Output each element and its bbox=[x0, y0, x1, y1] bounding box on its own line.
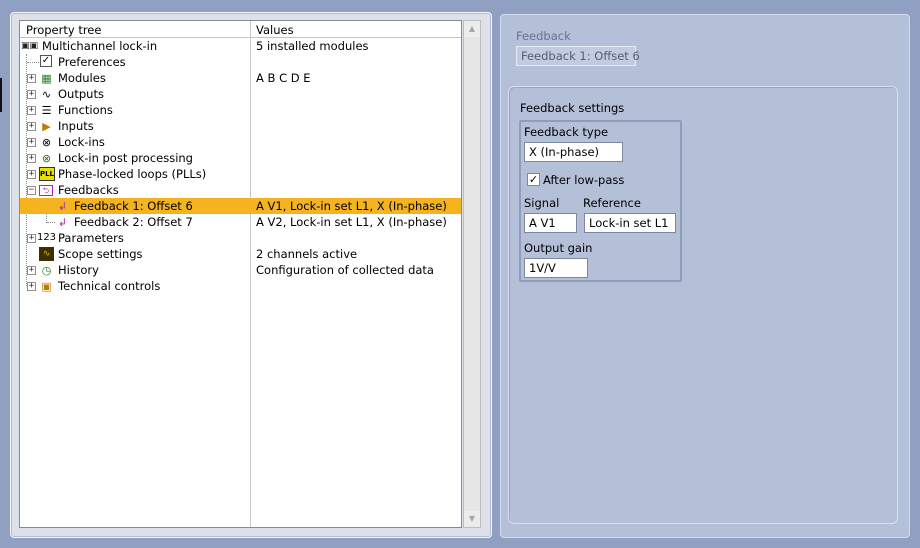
amplifier-icon: ▶ bbox=[42, 119, 51, 133]
property-tree[interactable]: Property tree Values ▣▣ Multichannel loc… bbox=[19, 20, 462, 528]
list-icon: ☰ bbox=[41, 103, 52, 117]
feedback-type-field[interactable]: X (In-phase) bbox=[524, 142, 623, 162]
tree-row-outputs[interactable]: + ∿ Outputs bbox=[20, 86, 461, 102]
header-values[interactable]: Values bbox=[256, 23, 294, 37]
feedback-icon: ⮌ bbox=[39, 185, 53, 196]
signal-label: Signal bbox=[524, 196, 560, 210]
expand-icon[interactable]: + bbox=[27, 154, 36, 163]
checkmark-icon: ✓ bbox=[528, 173, 539, 186]
tree-row-inputs[interactable]: + ▶ Inputs bbox=[20, 118, 461, 134]
signal-field[interactable]: A V1 bbox=[524, 213, 577, 233]
reference-label: Reference bbox=[583, 196, 641, 210]
output-gain-field[interactable]: 1V/V bbox=[524, 258, 588, 278]
tree-row-feedback-2[interactable]: ↲ Feedback 2: Offset 7 A V2, Lock-in set… bbox=[20, 214, 461, 230]
feedback-type-label: Feedback type bbox=[524, 125, 609, 139]
output-gain-label: Output gain bbox=[524, 241, 593, 255]
feedback-name-field: Feedback 1: Offset 6 bbox=[516, 46, 640, 66]
expand-icon[interactable]: + bbox=[27, 74, 36, 83]
window-edge-marker bbox=[0, 78, 2, 112]
scope-icon: ∿ bbox=[39, 247, 54, 261]
tree-row-plls[interactable]: + PLL Phase-locked loops (PLLs) bbox=[20, 166, 461, 182]
expand-icon[interactable]: + bbox=[27, 138, 36, 147]
circuit-board-icon: ▦ bbox=[41, 71, 52, 85]
expand-icon[interactable]: + bbox=[27, 266, 36, 275]
checkbox-icon: ✓ bbox=[40, 55, 52, 67]
reference-field[interactable]: Lock-in set L1 bbox=[584, 213, 676, 233]
module-rack-icon: ▣▣ bbox=[21, 40, 39, 51]
feedback-settings-title: Feedback settings bbox=[520, 101, 625, 115]
chip-icon: ▣ bbox=[41, 279, 52, 293]
tree-row-lock-ins[interactable]: + ⊗ Lock-ins bbox=[20, 134, 461, 150]
numeric-123-icon: 123 bbox=[36, 232, 57, 243]
tree-row-modules[interactable]: + ▦ Modules A B C D E bbox=[20, 70, 461, 86]
tree-row-parameters[interactable]: + 123 Parameters bbox=[20, 230, 461, 246]
clock-icon: ◷ bbox=[41, 263, 52, 277]
expand-icon[interactable]: + bbox=[27, 234, 36, 243]
tree-row-feedbacks[interactable]: − ⮌ Feedbacks bbox=[20, 182, 461, 198]
tree-row-preferences[interactable]: ✓ Preferences bbox=[20, 54, 461, 70]
tree-row-scope-settings[interactable]: ∿ Scope settings 2 channels active bbox=[20, 246, 461, 262]
feedback-arrow-icon: ↲ bbox=[57, 199, 68, 213]
tree-row-history[interactable]: + ◷ History Configuration of collected d… bbox=[20, 262, 461, 278]
collapse-icon[interactable]: − bbox=[27, 186, 36, 195]
after-lowpass-checkbox[interactable]: ✓ bbox=[527, 173, 540, 186]
tree-row-functions[interactable]: + ☰ Functions bbox=[20, 102, 461, 118]
expand-icon[interactable]: + bbox=[27, 170, 36, 179]
expand-icon[interactable]: + bbox=[27, 106, 36, 115]
feedback-caption: Feedback bbox=[516, 29, 571, 43]
tree-row-technical-controls[interactable]: + ▣ Technical controls bbox=[20, 278, 461, 294]
tree-scrollbar[interactable]: ▲ ▼ bbox=[463, 20, 481, 528]
pll-icon: PLL bbox=[39, 167, 55, 181]
mixer-icon: ⊗ bbox=[41, 135, 52, 149]
header-property-tree[interactable]: Property tree bbox=[26, 23, 101, 37]
expand-icon[interactable]: + bbox=[27, 122, 36, 131]
wave-output-icon: ∿ bbox=[41, 87, 52, 101]
tree-row-multichannel-lock-in[interactable]: ▣▣ Multichannel lock-in 5 installed modu… bbox=[20, 38, 461, 54]
tree-row-lock-in-post-processing[interactable]: + ⊗ Lock-in post processing bbox=[20, 150, 461, 166]
after-lowpass-label[interactable]: After low-pass bbox=[543, 173, 624, 187]
tree-row-feedback-1[interactable]: ↲ Feedback 1: Offset 6 A V1, Lock-in set… bbox=[20, 198, 461, 214]
scroll-down-icon[interactable]: ▼ bbox=[464, 511, 480, 527]
expand-icon[interactable]: + bbox=[27, 282, 36, 291]
mixer-processing-icon: ⊗ bbox=[41, 151, 52, 165]
expand-icon[interactable]: + bbox=[27, 90, 36, 99]
scroll-up-icon[interactable]: ▲ bbox=[464, 21, 480, 37]
tree-column-header: Property tree Values bbox=[20, 21, 461, 38]
feedback-arrow-icon: ↲ bbox=[57, 215, 68, 229]
